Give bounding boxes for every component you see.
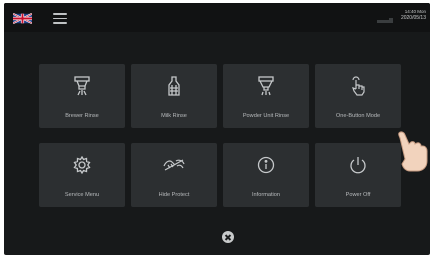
tile-power-off[interactable]: Power Off <box>315 143 401 207</box>
tile-label: Service Menu <box>64 192 100 198</box>
brewer-icon <box>74 76 90 96</box>
power-icon <box>350 157 366 174</box>
tile-powder-unit-rinse[interactable]: Powder Unit Rinse <box>223 64 309 128</box>
tile-one-button-mode[interactable]: One-Button Mode <box>315 64 401 128</box>
tile-hide-protect[interactable]: Hide Protect <box>131 143 217 207</box>
powder-unit-icon <box>258 76 274 96</box>
tile-label: Milk Rinse <box>161 113 187 119</box>
tile-label: One-Button Mode <box>335 113 381 119</box>
tile-label: Information <box>252 192 280 198</box>
tile-label: Brewer Rinse <box>65 113 99 119</box>
tile-brewer-rinse[interactable]: Brewer Rinse <box>39 64 125 128</box>
touch-hand-icon <box>352 76 365 96</box>
tile-label: Hide Protect <box>158 192 190 198</box>
tile-label: Power Off <box>345 192 371 198</box>
info-icon <box>257 156 275 174</box>
close-icon[interactable] <box>222 231 234 243</box>
tile-service-menu[interactable]: Service Menu <box>39 143 125 207</box>
pointing-hand-icon <box>398 131 428 172</box>
tile-information[interactable]: Information <box>223 143 309 207</box>
uk-flag-icon[interactable] <box>13 13 32 24</box>
top-bar: 14:40 Mon 2020/05/13 <box>4 3 430 32</box>
milk-jug-icon <box>168 76 180 96</box>
clock-date: 2020/05/13 <box>400 15 426 21</box>
tile-milk-rinse[interactable]: Milk Rinse <box>131 64 217 128</box>
clock: 14:40 Mon 2020/05/13 <box>401 8 426 22</box>
hamburger-menu-icon[interactable] <box>53 13 67 24</box>
machine-screen: 14:40 Mon 2020/05/13 Brewer Rinse Milk R… <box>4 3 430 255</box>
tile-label: Powder Unit Rinse <box>242 113 290 119</box>
gear-icon <box>73 156 91 174</box>
clock-time: 14:40 Mon <box>404 9 426 14</box>
hide-protect-icon <box>163 159 185 171</box>
status-icon <box>377 18 393 23</box>
